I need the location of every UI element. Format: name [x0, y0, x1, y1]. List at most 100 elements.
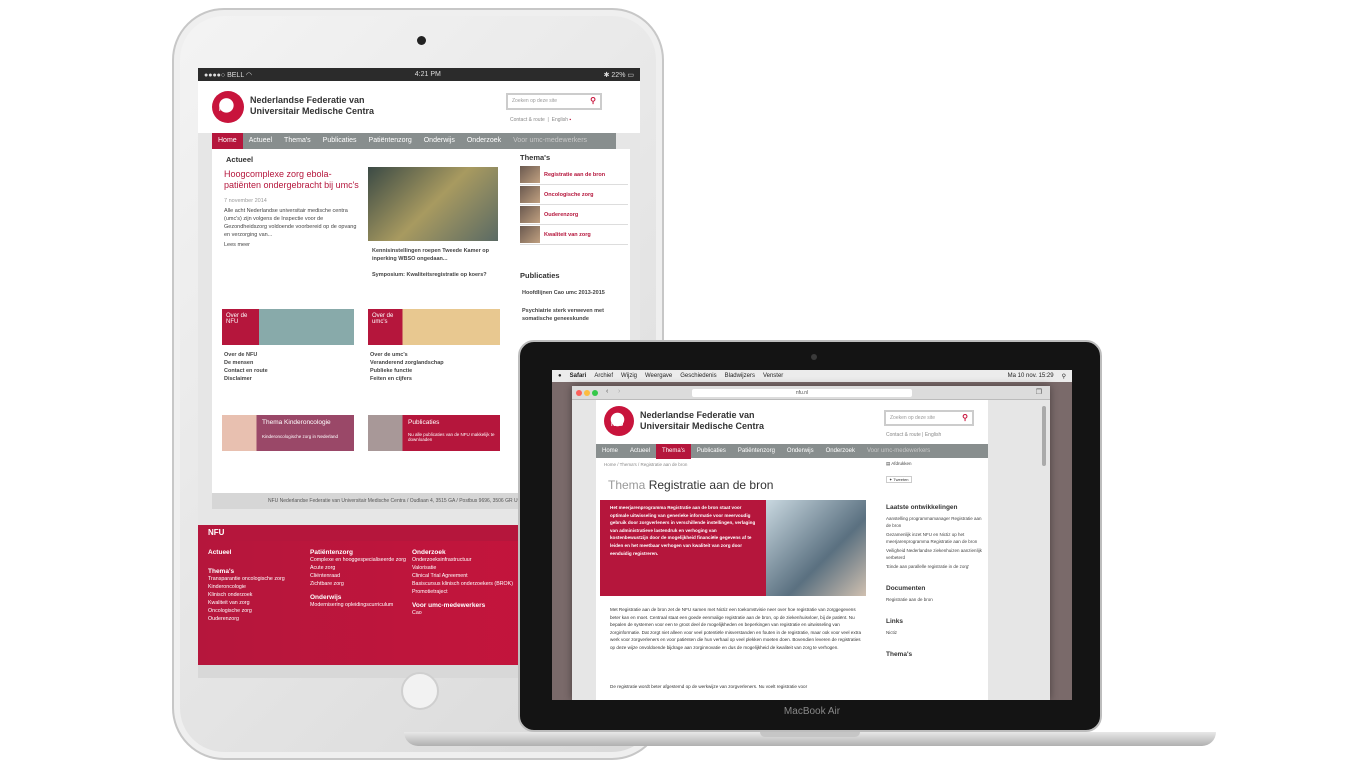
footer-link[interactable]: Kwaliteit van zorg	[208, 599, 308, 607]
url-field[interactable]: nfu.nl	[692, 389, 912, 397]
footer-link[interactable]: Oncologische zorg	[208, 607, 308, 615]
footer-link[interactable]: Valorisatie	[412, 564, 522, 572]
english-link[interactable]: English	[552, 117, 568, 123]
sidebar-link[interactable]: Veiligheid Nederlandse ziekenhuizen aanz…	[886, 548, 986, 561]
print-button[interactable]: ▤ Afdrukken	[886, 460, 986, 468]
menu-item[interactable]: Archief	[594, 373, 613, 379]
contact-link[interactable]: Contact & route	[510, 117, 545, 123]
nav-actueel[interactable]: Actueel	[243, 133, 278, 149]
footer-link[interactable]: Basiscursus klinisch onderzoekers (BROK)	[412, 580, 522, 588]
sidebar-link[interactable]: Nictiz	[886, 629, 986, 637]
link-item[interactable]: Over de umc's	[370, 351, 444, 359]
link-item[interactable]: Publieke functie	[370, 367, 444, 375]
footer-link[interactable]: Modernisering opleidingscurriculum	[310, 601, 406, 609]
logo-text[interactable]: Nederlandse Federatie van Universitair Me…	[250, 95, 374, 117]
footer-heading[interactable]: Onderzoek	[412, 549, 522, 556]
tabs-icon[interactable]: ❐	[1036, 388, 1042, 396]
link-item[interactable]: Disclaimer	[224, 375, 268, 383]
thema-item[interactable]: Registratie aan de bron	[520, 165, 628, 185]
footer-link[interactable]: Klinisch onderzoek	[208, 591, 308, 599]
menu-app[interactable]: Safari	[570, 373, 587, 379]
footer-link[interactable]: Onderzoeksinfrastructuur	[412, 556, 522, 564]
search-icon[interactable]: ⚲	[590, 96, 596, 105]
link-item[interactable]: De mensen	[224, 359, 268, 367]
link-item[interactable]: Contact en route	[224, 367, 268, 375]
sidebar-link[interactable]: Registratie aan de bron	[886, 596, 986, 604]
publicatie-item[interactable]: Hoofdlijnen Cao umc 2013-2015	[522, 289, 626, 297]
read-more-link[interactable]: Lees meer	[224, 241, 250, 249]
menu-item[interactable]: Bladwijzers	[725, 373, 755, 379]
nfu-logo-icon[interactable]: NFU	[212, 91, 244, 123]
close-window-icon[interactable]	[576, 390, 582, 396]
nav-patientenzorg[interactable]: Patiëntenzorg	[732, 443, 781, 459]
nav-themas[interactable]: Thema's	[656, 443, 691, 459]
scrollbar[interactable]	[1042, 406, 1046, 466]
nav-onderwijs[interactable]: Onderwijs	[781, 443, 820, 459]
search-icon[interactable]: ⚲	[962, 413, 968, 422]
menu-item[interactable]: Weergave	[645, 373, 672, 379]
thema-item[interactable]: Kwaliteit van zorg	[520, 225, 628, 245]
sidebar-link[interactable]: Aanstelling programmamanager Registratie…	[886, 516, 986, 529]
menu-item[interactable]: Geschiedenis	[680, 373, 716, 379]
featured-news-title[interactable]: Hoogcomplexe zorg ebola-patiënten onderg…	[224, 169, 364, 191]
ipad-home-button[interactable]	[401, 672, 439, 710]
search-input[interactable]: Zoeken op deze site ⚲	[506, 93, 602, 110]
footer-heading[interactable]: Thema's	[208, 568, 308, 575]
search-input[interactable]: Zoeken op deze site ⚲	[884, 410, 974, 426]
back-icon[interactable]: ‹	[606, 388, 608, 395]
footer-link[interactable]: Acute zorg	[310, 564, 406, 572]
news-item-1[interactable]: Kennisinstellingen roepen Tweede Kamer o…	[372, 247, 502, 263]
publicaties-banner[interactable]: Publicaties Nu alle publicaties van de NF…	[368, 415, 500, 451]
kinderoncologie-banner[interactable]: Thema Kinderoncologie Kinderoncologische …	[222, 415, 354, 451]
sidebar-link[interactable]: Gezamenlijk inzet NFU en Nictiz op het m…	[886, 532, 986, 545]
sidebar-link[interactable]: 'Einde aan parallelle registratie in de …	[886, 564, 986, 571]
nav-home[interactable]: Home	[212, 133, 243, 149]
ebola-news-photo[interactable]	[368, 167, 498, 241]
thema-item[interactable]: Ouderenzorg	[520, 205, 628, 225]
footer-link[interactable]: Clinical Trial Agreement	[412, 572, 522, 580]
footer-heading[interactable]: Actueel	[208, 549, 308, 556]
nav-themas[interactable]: Thema's	[278, 133, 317, 149]
nav-home[interactable]: Home	[596, 443, 624, 459]
menu-item[interactable]: Wijzig	[621, 373, 637, 379]
over-umcs-banner[interactable]: Over de umc's	[368, 309, 500, 345]
zoom-window-icon[interactable]	[592, 390, 598, 396]
contact-link[interactable]: Contact & route	[886, 432, 921, 438]
minimize-window-icon[interactable]	[584, 390, 590, 396]
nav-publicaties[interactable]: Publicaties	[317, 133, 363, 149]
breadcrumb[interactable]: Home / Thema's / Registratie aan de bron	[604, 462, 687, 467]
nav-medewerkers[interactable]: Voor umc-medewerkers	[507, 133, 593, 149]
footer-link[interactable]: Cliëntenraad	[310, 572, 406, 580]
menubar-clock[interactable]: Ma 10 nov. 15:29	[1008, 373, 1054, 379]
link-item[interactable]: Feiten en cijfers	[370, 375, 444, 383]
footer-link[interactable]: Cao	[412, 609, 522, 617]
apple-icon[interactable]: ●	[558, 373, 562, 379]
nav-patientenzorg[interactable]: Patiëntenzorg	[363, 133, 418, 149]
forward-icon[interactable]: ›	[618, 388, 620, 395]
footer-heading[interactable]: Patiëntenzorg	[310, 549, 406, 556]
english-link[interactable]: English	[925, 432, 941, 438]
link-item[interactable]: Veranderend zorglandschap	[370, 359, 444, 367]
nav-medewerkers[interactable]: Voor umc-medewerkers	[861, 443, 936, 459]
footer-link[interactable]: Ouderenzorg	[208, 615, 308, 623]
spotlight-icon[interactable]: ⚲	[1062, 373, 1066, 380]
publicatie-item[interactable]: Psychiatrie sterk verweven met somatisch…	[522, 307, 626, 323]
footer-heading[interactable]: Onderwijs	[310, 594, 406, 601]
nav-publicaties[interactable]: Publicaties	[691, 443, 732, 459]
nfu-logo-icon[interactable]: NFU	[604, 406, 634, 436]
footer-link[interactable]: Promotietraject	[412, 588, 522, 596]
footer-link[interactable]: Transparantie oncologische zorg	[208, 575, 308, 583]
footer-link[interactable]: Kinderoncologie	[208, 583, 308, 591]
footer-link[interactable]: Complexe en hooggespecialiseerde zorg	[310, 556, 406, 564]
footer-link[interactable]: Zichtbare zorg	[310, 580, 406, 588]
nav-onderzoek[interactable]: Onderzoek	[820, 443, 861, 459]
logo-text[interactable]: Nederlandse Federatie van Universitair Me…	[640, 410, 764, 432]
link-item[interactable]: Over de NFU	[224, 351, 268, 359]
tweet-button[interactable]: ✦ Tweeten	[886, 476, 912, 483]
menu-item[interactable]: Venster	[763, 373, 783, 379]
over-nfu-banner[interactable]: Over de NFU	[222, 309, 354, 345]
nav-onderzoek[interactable]: Onderzoek	[461, 133, 507, 149]
nav-actueel[interactable]: Actueel	[624, 443, 656, 459]
thema-item[interactable]: Oncologische zorg	[520, 185, 628, 205]
nav-onderwijs[interactable]: Onderwijs	[418, 133, 461, 149]
